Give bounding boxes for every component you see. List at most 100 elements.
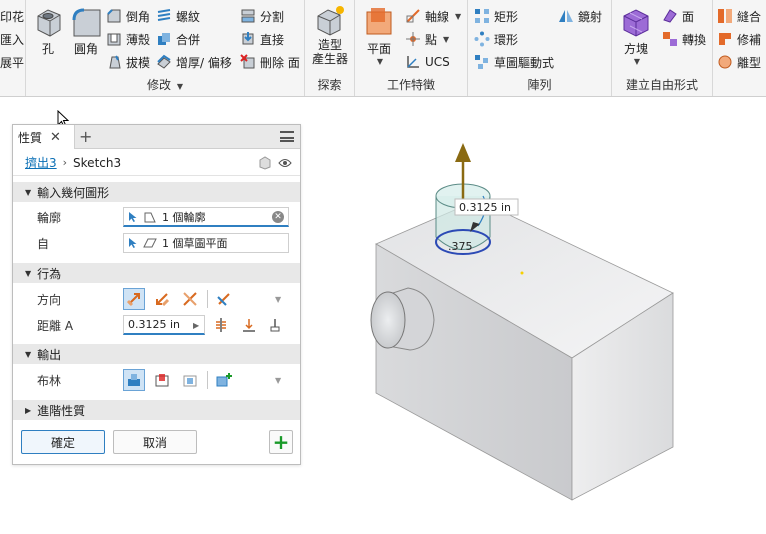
pattern-group-label: 陣列	[527, 78, 552, 92]
distance-menu-arrow-icon[interactable]: ▶	[193, 321, 199, 330]
plane-button[interactable]: 平面 ▼	[361, 6, 397, 66]
distance-label: 距離 A	[37, 318, 74, 333]
split-button[interactable]: 分割	[240, 6, 284, 26]
profile-selector[interactable]: 1 個輪廓 ✕	[123, 207, 289, 227]
side-boss-face[interactable]	[370, 291, 406, 349]
boolean-cut-button[interactable]	[151, 369, 173, 391]
combine-button[interactable]: 合併	[156, 29, 200, 49]
tab-properties[interactable]: 性質 ✕	[13, 125, 75, 149]
section-advanced-label: 進階性質	[37, 403, 86, 418]
profile-row: 輪廓 1 個輪廓 ✕	[13, 204, 300, 230]
add-tab-icon[interactable]: +	[79, 127, 92, 146]
circular-pattern-button[interactable]: 環形	[474, 29, 518, 49]
direction-symmetric-button[interactable]	[179, 288, 201, 310]
dimension-small-label: .375	[448, 240, 473, 253]
boolean-intersect-button[interactable]	[179, 369, 201, 391]
sketch-driven-pattern-button[interactable]: 草圖驅動式	[474, 52, 554, 72]
from-label: 自	[37, 236, 50, 251]
ruled-surface-icon	[718, 55, 732, 69]
modify-group-label[interactable]: 修改 ▼	[26, 76, 304, 93]
section-behavior[interactable]: ▼ 行為	[13, 263, 300, 283]
shape-generator-button[interactable]: 造型 產生器	[309, 4, 351, 66]
section-input-geometry[interactable]: ▼ 輸入幾何圖形	[13, 182, 300, 202]
delete-face-button[interactable]: 刪除 面	[240, 52, 300, 72]
stitch-button[interactable]: 縫合	[717, 6, 761, 26]
freeform-group-label: 建立自由形式	[625, 78, 698, 92]
fillet-icon	[72, 8, 101, 37]
cancel-button[interactable]: 取消	[113, 430, 197, 454]
freeform-box-button[interactable]: 方塊 ▼	[618, 6, 654, 66]
apply-add-button[interactable]: +	[269, 430, 293, 454]
new-solid-icon	[216, 373, 232, 387]
chamfer-icon	[107, 9, 121, 23]
thread-icon	[157, 9, 171, 21]
breadcrumb-feature-link[interactable]: 擠出3	[25, 154, 57, 171]
draft-icon	[109, 55, 121, 69]
direct-edit-button[interactable]: 直接	[240, 29, 284, 49]
through-all-icon[interactable]	[267, 317, 283, 333]
hole-button[interactable]: 孔	[30, 6, 66, 57]
profile-value: 1 個輪廓	[162, 210, 206, 224]
unfold-button[interactable]: 展平	[0, 52, 24, 72]
select-arrow-icon	[129, 211, 137, 222]
new-solid-button[interactable]	[213, 369, 235, 391]
direction-asymmetric-icon	[217, 293, 230, 306]
distance-from-face-icon[interactable]	[241, 317, 257, 333]
boolean-join-button[interactable]	[123, 369, 145, 391]
work-point-marker	[520, 271, 524, 275]
ucs-button[interactable]: UCS	[405, 52, 450, 72]
direction-flipped-button[interactable]	[151, 288, 173, 310]
chevron-down-icon[interactable]: ▼	[275, 295, 281, 304]
draft-button[interactable]: 拔模	[106, 52, 150, 72]
ok-button[interactable]: 確定	[21, 430, 105, 454]
panel-tab-bar: 性質 ✕ +	[13, 125, 300, 149]
shell-icon	[107, 33, 121, 46]
shell-button[interactable]: 薄殼	[106, 29, 150, 49]
import-button[interactable]: 匯入	[0, 29, 24, 49]
fillet-button[interactable]: 圓角	[68, 6, 104, 57]
freeform-face-button[interactable]: 面	[662, 6, 694, 26]
ribbon-group-freeform: 方塊 ▼ 面 轉換 建立自由形式	[612, 0, 713, 96]
direction-symmetric-icon	[183, 292, 197, 306]
eye-icon[interactable]	[278, 158, 292, 168]
cube-visibility-icon[interactable]	[258, 156, 272, 170]
ribbon-group-modify: 孔 圓角 倒角 薄殼 拔模 螺紋 合併 增厚/ 偏移 分割 直接 刪除 面 修改…	[26, 0, 305, 96]
split-icon	[241, 9, 255, 23]
freeform-face-icon	[663, 9, 677, 23]
combine-icon	[158, 33, 170, 45]
rectangular-pattern-button[interactable]: 矩形	[474, 6, 518, 26]
section-output[interactable]: ▼ 輸出	[13, 344, 300, 364]
ribbon-group-surface-partial: 縫合 修補 離型	[713, 0, 766, 96]
close-icon[interactable]: ✕	[50, 130, 61, 145]
thicken-icon	[157, 54, 171, 69]
direction-row: 方向 ▼	[13, 286, 300, 312]
emboss-button[interactable]: 印花	[0, 6, 24, 26]
convert-button[interactable]: 轉換	[662, 29, 706, 49]
direction-default-button[interactable]	[123, 288, 145, 310]
chevron-down-icon[interactable]: ▼	[275, 376, 281, 385]
3d-viewport[interactable]: 0.3125 in .375	[300, 97, 766, 534]
ribbon: 印花 匯入 展平 孔 圓角 倒角 薄殼 拔模 螺紋 合併 增厚/ 偏移 分割 直…	[0, 0, 766, 97]
select-arrow-icon	[129, 238, 137, 248]
direction-asymmetric-button[interactable]	[213, 288, 235, 310]
patch-button[interactable]: 修補	[717, 29, 761, 49]
intersect-icon	[183, 375, 197, 387]
ribbon-group-work-features: 平面 ▼ 軸線 ▼ 點 ▼ UCS 工作特徵	[355, 0, 468, 96]
direction-label: 方向	[37, 292, 62, 307]
chamfer-button[interactable]: 倒角	[106, 6, 150, 26]
distance-to-icon[interactable]	[213, 317, 229, 333]
stitch-icon	[718, 9, 732, 23]
axis-button[interactable]: 軸線 ▼	[405, 6, 461, 26]
point-button[interactable]: 點 ▼	[405, 29, 449, 49]
extrude-direction-arrow-head[interactable]	[455, 143, 471, 162]
section-advanced-properties[interactable]: ▶ 進階性質	[13, 400, 300, 420]
plus-icon: +	[272, 430, 290, 454]
from-selector[interactable]: 1 個草圖平面	[123, 233, 289, 253]
collapse-triangle-icon: ▼	[25, 268, 32, 278]
thicken-offset-button[interactable]: 增厚/ 偏移	[156, 52, 232, 72]
mirror-button[interactable]: 鏡射	[558, 6, 602, 26]
menu-icon[interactable]	[280, 131, 294, 142]
clear-icon[interactable]: ✕	[272, 211, 284, 223]
thread-button[interactable]: 螺紋	[156, 6, 200, 26]
ruled-surface-button[interactable]: 離型	[717, 52, 761, 72]
